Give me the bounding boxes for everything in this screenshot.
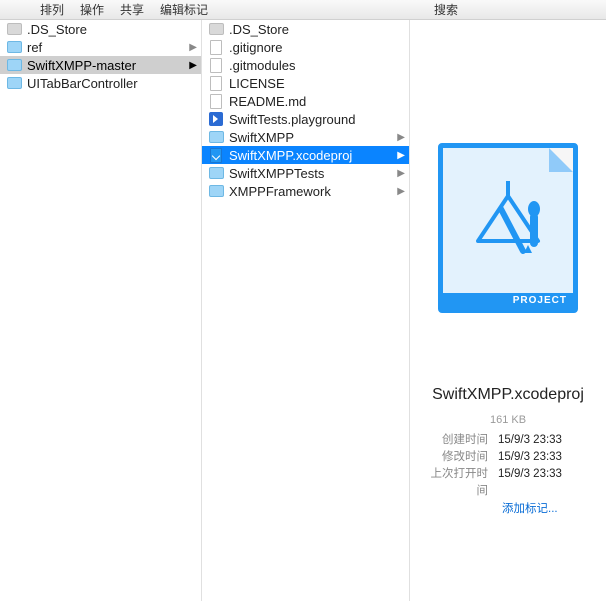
list-item[interactable]: SwiftXMPP-master▶ (0, 56, 201, 74)
list-item-label: SwiftXMPP-master (27, 58, 187, 73)
preview-meta: 创建时间15/9/3 23:33修改时间15/9/3 23:33上次打开时间15… (418, 432, 598, 500)
list-item-label: SwiftTests.playground (229, 112, 405, 127)
list-item[interactable]: UITabBarController (0, 74, 201, 92)
list-item[interactable]: .gitmodules (202, 56, 409, 74)
meta-row: 上次打开时间15/9/3 23:33 (424, 466, 592, 500)
document-icon (208, 57, 224, 73)
folder-icon (208, 129, 224, 145)
list-item[interactable]: ref▶ (0, 38, 201, 56)
finder-columns: .DS_Storeref▶SwiftXMPP-master▶UITabBarCo… (0, 20, 606, 601)
list-item-label: .gitignore (229, 40, 405, 55)
document-icon (208, 75, 224, 91)
list-item-label: UITabBarController (27, 76, 197, 91)
list-item-label: XMPPFramework (229, 184, 395, 199)
xcodeproj-icon (208, 147, 224, 163)
meta-row: 修改时间15/9/3 23:33 (424, 449, 592, 466)
list-item[interactable]: SwiftXMPP.xcodeproj▶ (202, 146, 409, 164)
meta-key: 修改时间 (424, 449, 498, 466)
folder-icon (208, 183, 224, 199)
toolbar-menu-action[interactable]: 操作 (80, 1, 104, 18)
meta-value: 15/9/3 23:33 (498, 432, 562, 449)
meta-key: 创建时间 (424, 432, 498, 449)
add-tag-link[interactable]: 添加标记... (502, 503, 558, 515)
toolbar-menu-edit-tags[interactable]: 编辑标记 (160, 1, 208, 18)
folder-icon (6, 75, 22, 91)
list-item[interactable]: XMPPFramework▶ (202, 182, 409, 200)
list-item-label: SwiftXMPP (229, 130, 395, 145)
preview-pane: PROJECT SwiftXMPP.xcodeproj 161 KB 创建时间1… (410, 20, 606, 601)
list-item-label: SwiftXMPP.xcodeproj (229, 148, 395, 163)
chevron-right-icon: ▶ (397, 132, 405, 143)
list-item[interactable]: .DS_Store (0, 20, 201, 38)
preview-icon-area: PROJECT (418, 88, 598, 368)
meta-row: 创建时间15/9/3 23:33 (424, 432, 592, 449)
chevron-right-icon: ▶ (189, 60, 197, 71)
add-tag-row: 添加标记... (418, 500, 598, 516)
document-icon (208, 93, 224, 109)
playground-icon (208, 111, 224, 127)
list-item-label: .DS_Store (229, 22, 405, 37)
list-item-label: README.md (229, 94, 405, 109)
chevron-right-icon: ▶ (397, 150, 405, 161)
list-item[interactable]: SwiftXMPP▶ (202, 128, 409, 146)
toolbar-menu: 排列 操作 共享 编辑标记 (40, 1, 208, 18)
list-item-label: .DS_Store (27, 22, 197, 37)
folder-icon (6, 57, 22, 73)
list-item[interactable]: .gitignore (202, 38, 409, 56)
toolbar-menu-share[interactable]: 共享 (120, 1, 144, 18)
toolbar-search-label[interactable]: 搜索 (434, 1, 458, 18)
list-item[interactable]: SwiftXMPPTests▶ (202, 164, 409, 182)
folder-icon (208, 21, 224, 37)
preview-banner: PROJECT (443, 293, 573, 308)
xcodeproj-icon: PROJECT (438, 143, 578, 313)
document-icon (208, 39, 224, 55)
folder-icon (208, 165, 224, 181)
meta-value: 15/9/3 23:33 (498, 449, 562, 466)
list-item-label: LICENSE (229, 76, 405, 91)
toolbar: 排列 操作 共享 编辑标记 搜索 (0, 0, 606, 20)
chevron-right-icon: ▶ (397, 168, 405, 179)
list-item-label: ref (27, 40, 187, 55)
list-item[interactable]: SwiftTests.playground (202, 110, 409, 128)
folder-icon (6, 39, 22, 55)
meta-value: 15/9/3 23:33 (498, 466, 562, 500)
list-item[interactable]: .DS_Store (202, 20, 409, 38)
folder-icon (6, 21, 22, 37)
list-item-label: SwiftXMPPTests (229, 166, 395, 181)
chevron-right-icon: ▶ (397, 186, 405, 197)
meta-key: 上次打开时间 (424, 466, 498, 500)
list-item[interactable]: README.md (202, 92, 409, 110)
column-1[interactable]: .DS_Storeref▶SwiftXMPP-master▶UITabBarCo… (0, 20, 202, 601)
toolbar-menu-arrange[interactable]: 排列 (40, 1, 64, 18)
preview-filename: SwiftXMPP.xcodeproj (418, 386, 598, 404)
preview-size: 161 KB (418, 414, 598, 426)
list-item[interactable]: LICENSE (202, 74, 409, 92)
chevron-right-icon: ▶ (189, 42, 197, 53)
column-2[interactable]: .DS_Store .gitignore .gitmodules LICENSE REA… (202, 20, 410, 601)
list-item-label: .gitmodules (229, 58, 405, 73)
